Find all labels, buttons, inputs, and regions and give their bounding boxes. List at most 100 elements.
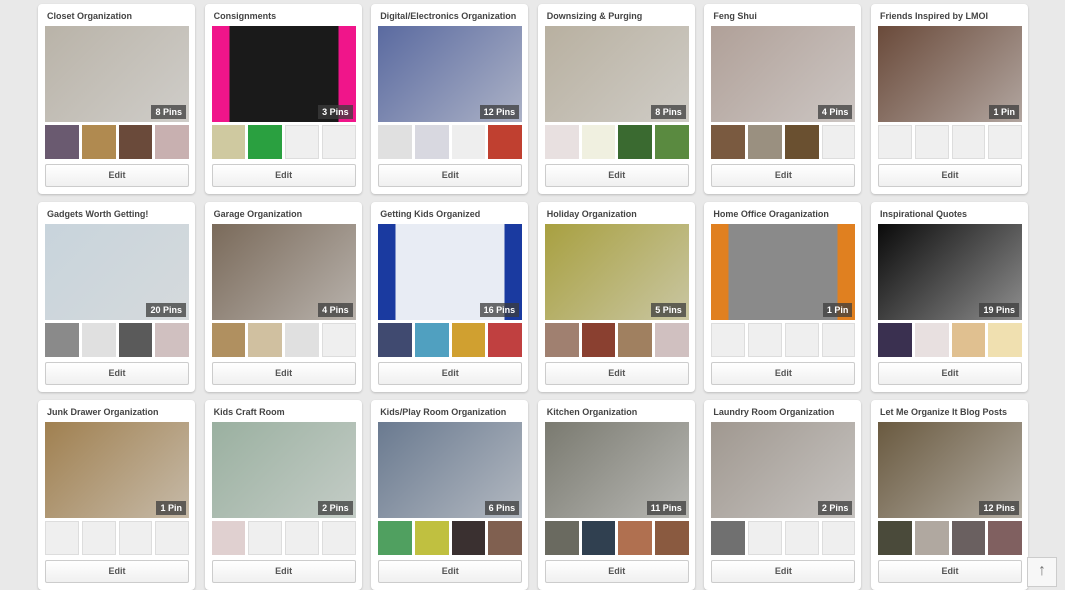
edit-board-button[interactable]: Edit — [378, 362, 523, 385]
back-to-top-button[interactable]: ↑ — [1027, 557, 1057, 587]
thumbnail[interactable] — [544, 521, 579, 555]
board-cover-image[interactable]: 1 Pin — [45, 422, 189, 518]
thumbnail[interactable] — [285, 323, 319, 357]
board-cover-image[interactable]: 3 Pins — [211, 26, 356, 122]
edit-board-button[interactable]: Edit — [711, 362, 856, 385]
edit-board-button[interactable]: Edit — [378, 560, 523, 583]
board-title[interactable]: Consignments — [214, 11, 277, 21]
board-card[interactable]: Consignments 3 Pins Edit — [204, 4, 362, 194]
thumbnail[interactable] — [618, 521, 653, 555]
board-cover-image[interactable]: 19 Pins — [878, 224, 1022, 320]
thumbnail[interactable] — [211, 323, 246, 357]
thumbnail[interactable] — [878, 323, 912, 357]
thumbnail[interactable] — [581, 125, 616, 159]
edit-board-button[interactable]: Edit — [211, 164, 356, 187]
thumbnail[interactable] — [581, 323, 616, 357]
board-title[interactable]: Holiday Organization — [547, 209, 637, 219]
board-cover-image[interactable]: 8 Pins — [544, 26, 689, 122]
edit-board-button[interactable]: Edit — [45, 164, 189, 187]
edit-board-button[interactable]: Edit — [45, 560, 189, 583]
thumbnail[interactable] — [655, 323, 689, 357]
board-card[interactable]: Digital/Electronics Organization 12 Pins… — [371, 4, 529, 194]
board-title[interactable]: Gadgets Worth Getting! — [47, 209, 148, 219]
thumbnail[interactable] — [618, 323, 653, 357]
board-cover-image[interactable]: 20 Pins — [45, 224, 189, 320]
board-cover-image[interactable]: 8 Pins — [45, 26, 189, 122]
thumbnail[interactable] — [914, 521, 949, 555]
thumbnail[interactable] — [488, 125, 523, 159]
board-card[interactable]: Inspirational Quotes 19 Pins Edit — [871, 202, 1028, 392]
board-title[interactable]: Closet Organization — [47, 11, 132, 21]
thumbnail[interactable] — [414, 125, 449, 159]
board-title[interactable]: Getting Kids Organized — [380, 209, 480, 219]
thumbnail[interactable] — [118, 125, 153, 159]
board-cover-image[interactable]: 5 Pins — [544, 224, 689, 320]
thumbnail[interactable] — [45, 125, 79, 159]
board-title[interactable]: Home Office Oraganization — [713, 209, 829, 219]
thumbnail[interactable] — [378, 125, 412, 159]
board-cover-image[interactable]: 4 Pins — [711, 26, 856, 122]
board-card[interactable]: Gadgets Worth Getting! 20 Pins Edit — [38, 202, 195, 392]
edit-board-button[interactable]: Edit — [878, 560, 1022, 583]
board-title[interactable]: Downsizing & Purging — [547, 11, 643, 21]
thumbnail[interactable] — [878, 521, 912, 555]
board-card[interactable]: Home Office Oraganization 1 Pin Edit — [704, 202, 862, 392]
board-cover-image[interactable]: 12 Pins — [878, 422, 1022, 518]
thumbnail[interactable] — [378, 323, 412, 357]
thumbnail[interactable] — [544, 323, 579, 357]
board-title[interactable]: Garage Organization — [214, 209, 303, 219]
board-title[interactable]: Let Me Organize It Blog Posts — [880, 407, 1007, 417]
thumbnail[interactable] — [248, 125, 283, 159]
board-title[interactable]: Digital/Electronics Organization — [380, 11, 516, 21]
thumbnail[interactable] — [951, 521, 986, 555]
board-title[interactable]: Junk Drawer Organization — [47, 407, 159, 417]
thumbnail[interactable] — [211, 521, 246, 555]
thumbnail[interactable] — [414, 323, 449, 357]
board-card[interactable]: Kids/Play Room Organization 6 Pins Edit — [371, 400, 529, 590]
edit-board-button[interactable]: Edit — [711, 560, 856, 583]
edit-board-button[interactable]: Edit — [711, 164, 856, 187]
board-title[interactable]: Kids/Play Room Organization — [380, 407, 506, 417]
edit-board-button[interactable]: Edit — [878, 362, 1022, 385]
thumbnail[interactable] — [488, 521, 523, 555]
thumbnail[interactable] — [211, 125, 246, 159]
edit-board-button[interactable]: Edit — [211, 560, 356, 583]
board-title[interactable]: Inspirational Quotes — [880, 209, 967, 219]
board-card[interactable]: Kitchen Organization 11 Pins Edit — [537, 400, 695, 590]
board-cover-image[interactable]: 1 Pin — [711, 224, 856, 320]
edit-board-button[interactable]: Edit — [544, 164, 689, 187]
board-card[interactable]: Holiday Organization 5 Pins Edit — [537, 202, 695, 392]
board-card[interactable]: Friends Inspired by LMOI 1 Pin Edit — [871, 4, 1028, 194]
thumbnail[interactable] — [618, 125, 653, 159]
thumbnail[interactable] — [488, 323, 523, 357]
board-card[interactable]: Junk Drawer Organization 1 Pin Edit — [38, 400, 195, 590]
board-card[interactable]: Kids Craft Room 2 Pins Edit — [204, 400, 362, 590]
thumbnail[interactable] — [655, 125, 689, 159]
board-cover-image[interactable]: 4 Pins — [211, 224, 356, 320]
board-cover-image[interactable]: 6 Pins — [378, 422, 523, 518]
edit-board-button[interactable]: Edit — [378, 164, 523, 187]
thumbnail[interactable] — [544, 125, 579, 159]
thumbnail[interactable] — [155, 323, 189, 357]
thumbnail[interactable] — [914, 323, 949, 357]
thumbnail[interactable] — [748, 125, 782, 159]
board-card[interactable]: Let Me Organize It Blog Posts 12 Pins Ed… — [871, 400, 1028, 590]
thumbnail[interactable] — [711, 521, 746, 555]
thumbnail[interactable] — [118, 323, 153, 357]
edit-board-button[interactable]: Edit — [878, 164, 1022, 187]
board-title[interactable]: Kids Craft Room — [214, 407, 285, 417]
board-cover-image[interactable]: 16 Pins — [378, 224, 523, 320]
thumbnail[interactable] — [655, 521, 689, 555]
thumbnail[interactable] — [988, 323, 1022, 357]
board-title[interactable]: Feng Shui — [713, 11, 757, 21]
board-card[interactable]: Laundry Room Organization 2 Pins Edit — [704, 400, 862, 590]
edit-board-button[interactable]: Edit — [544, 362, 689, 385]
edit-board-button[interactable]: Edit — [544, 560, 689, 583]
board-card[interactable]: Downsizing & Purging 8 Pins Edit — [537, 4, 695, 194]
thumbnail[interactable] — [414, 521, 449, 555]
board-card[interactable]: Feng Shui 4 Pins Edit — [704, 4, 862, 194]
thumbnail[interactable] — [378, 521, 412, 555]
thumbnail[interactable] — [81, 125, 116, 159]
board-card[interactable]: Garage Organization 4 Pins Edit — [204, 202, 362, 392]
board-cover-image[interactable]: 2 Pins — [711, 422, 856, 518]
